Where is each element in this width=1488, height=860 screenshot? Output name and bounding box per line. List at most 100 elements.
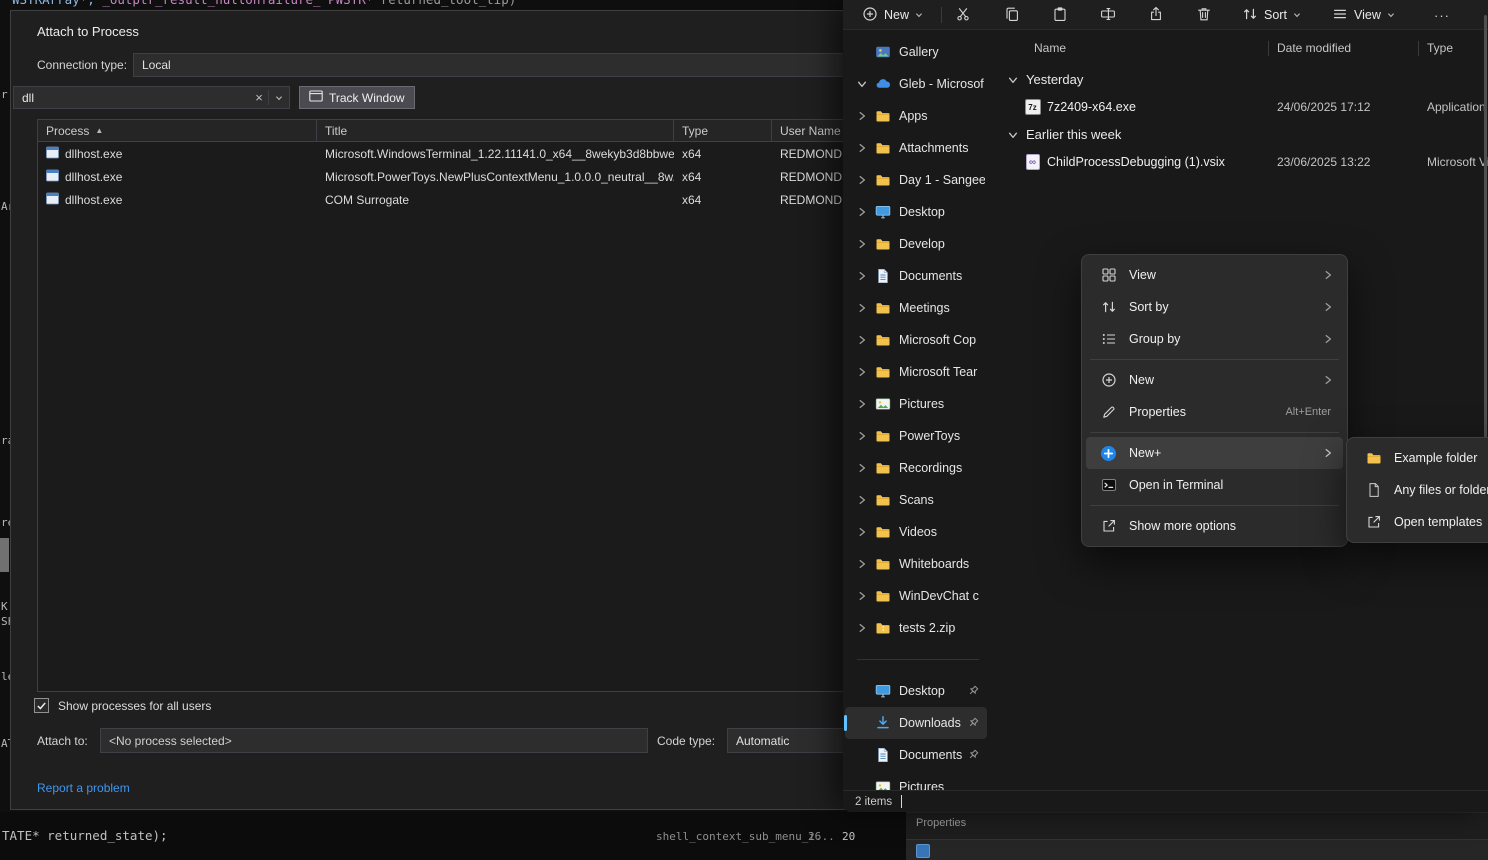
window-icon bbox=[46, 192, 59, 208]
chevron-right-icon[interactable] bbox=[857, 111, 867, 121]
nav-item-attachments[interactable]: Attachments bbox=[845, 132, 987, 164]
code-token: returned_tool_tip) bbox=[381, 0, 516, 7]
chevron-right-icon[interactable] bbox=[857, 367, 867, 377]
nav-item-windevchat[interactable]: WinDevChat c bbox=[845, 580, 987, 612]
nav-item-tests-zip[interactable]: tests 2.zip bbox=[845, 612, 987, 644]
file-row[interactable]: ∞ ChildProcessDebugging (1).vsix 23/06/2… bbox=[1000, 148, 1488, 176]
copy-button[interactable] bbox=[995, 2, 1029, 28]
submenu-item-open-templates[interactable]: Open templates bbox=[1351, 506, 1488, 538]
column-header-type[interactable]: Type bbox=[674, 120, 772, 141]
nav-item-whiteboards[interactable]: Whiteboards bbox=[845, 548, 987, 580]
column-header-type[interactable]: Type bbox=[1427, 41, 1453, 55]
clear-filter-icon[interactable]: × bbox=[250, 90, 268, 105]
nav-item-powertoys[interactable]: PowerToys bbox=[845, 420, 987, 452]
connection-type-select[interactable]: Local bbox=[133, 53, 883, 77]
chevron-down-icon[interactable] bbox=[1008, 130, 1018, 140]
view-button[interactable]: View bbox=[1325, 2, 1402, 28]
folder-icon bbox=[875, 364, 891, 380]
nav-item-pinned-pictures[interactable]: Pictures bbox=[845, 771, 987, 790]
chevron-right-icon[interactable] bbox=[857, 591, 867, 601]
nav-item-meetings[interactable]: Meetings bbox=[845, 292, 987, 324]
nav-item-pinned-documents[interactable]: Documents bbox=[845, 739, 987, 771]
process-filter-box[interactable]: × bbox=[13, 86, 290, 109]
nav-item-desktop[interactable]: Desktop bbox=[845, 196, 987, 228]
nav-item-microsoft-copilot[interactable]: Microsoft Cop bbox=[845, 324, 987, 356]
sort-ascending-icon: ▲ bbox=[95, 126, 103, 135]
chevron-right-icon[interactable] bbox=[857, 271, 867, 281]
menu-item-view[interactable]: View bbox=[1086, 259, 1343, 291]
chevron-right-icon[interactable] bbox=[857, 623, 867, 633]
nav-item-label: PowerToys bbox=[899, 429, 985, 443]
chevron-right-icon[interactable] bbox=[857, 463, 867, 473]
nav-item-develop[interactable]: Develop bbox=[845, 228, 987, 260]
chevron-right-icon[interactable] bbox=[857, 527, 867, 537]
pin-icon bbox=[967, 717, 979, 729]
process-filter-input[interactable] bbox=[14, 91, 250, 105]
attach-to-field[interactable] bbox=[100, 728, 648, 753]
column-divider[interactable] bbox=[1418, 41, 1419, 56]
column-divider[interactable] bbox=[1268, 41, 1269, 56]
chevron-down-icon[interactable] bbox=[269, 94, 289, 102]
chevron-right-icon[interactable] bbox=[857, 399, 867, 409]
nav-item-day1[interactable]: Day 1 - Sangee bbox=[845, 164, 987, 196]
track-window-label: Track Window bbox=[329, 91, 405, 105]
column-header-date-modified[interactable]: Date modified bbox=[1277, 41, 1351, 55]
submenu-item-any-files[interactable]: Any files or folder bbox=[1351, 474, 1488, 506]
rename-icon bbox=[1100, 6, 1116, 25]
column-header-process[interactable]: Process ▲ bbox=[38, 120, 317, 141]
rename-button[interactable] bbox=[1091, 2, 1125, 28]
track-window-button[interactable]: Track Window bbox=[299, 86, 415, 109]
pin-icon bbox=[967, 749, 979, 761]
nav-item-gallery[interactable]: Gallery bbox=[845, 36, 987, 68]
group-header-earlier-this-week[interactable]: Earlier this week bbox=[1000, 121, 1488, 148]
share-button[interactable] bbox=[1139, 2, 1173, 28]
chevron-right-icon[interactable] bbox=[857, 143, 867, 153]
nav-item-onedrive[interactable]: Gleb - Microsof bbox=[845, 68, 987, 100]
more-options-button[interactable]: ··· bbox=[1427, 2, 1457, 28]
report-problem-link[interactable]: Report a problem bbox=[37, 781, 130, 795]
chevron-right-icon[interactable] bbox=[857, 559, 867, 569]
paste-button[interactable] bbox=[1043, 2, 1077, 28]
nav-item-pictures[interactable]: Pictures bbox=[845, 388, 987, 420]
chevron-down-icon[interactable] bbox=[1008, 75, 1018, 85]
plus-circle-icon bbox=[1100, 372, 1117, 389]
nav-item-label: Gallery bbox=[899, 45, 985, 59]
show-all-users-option[interactable]: Show processes for all users bbox=[34, 698, 211, 713]
cut-button[interactable] bbox=[946, 2, 980, 28]
menu-item-new[interactable]: New bbox=[1086, 364, 1343, 396]
chevron-right-icon[interactable] bbox=[857, 495, 867, 505]
process-row[interactable]: dllhost.exe Microsoft.PowerToys.NewPlusC… bbox=[38, 165, 872, 188]
nav-item-pinned-downloads[interactable]: Downloads bbox=[845, 707, 987, 739]
process-row[interactable]: dllhost.exe Microsoft.WindowsTerminal_1.… bbox=[38, 142, 872, 165]
chevron-right-icon[interactable] bbox=[857, 303, 867, 313]
delete-button[interactable] bbox=[1187, 2, 1221, 28]
process-row[interactable]: dllhost.exe COM Surrogate x64 REDMOND bbox=[38, 188, 872, 211]
column-header-title[interactable]: Title bbox=[317, 120, 674, 141]
nav-item-recordings[interactable]: Recordings bbox=[845, 452, 987, 484]
chevron-down-icon[interactable] bbox=[857, 79, 867, 89]
menu-item-show-more-options[interactable]: Show more options bbox=[1086, 510, 1343, 542]
chevron-right-icon[interactable] bbox=[857, 239, 867, 249]
menu-item-properties[interactable]: Properties Alt+Enter bbox=[1086, 396, 1343, 428]
nav-item-microsoft-teams[interactable]: Microsoft Tear bbox=[845, 356, 987, 388]
chevron-right-icon[interactable] bbox=[857, 175, 867, 185]
nav-item-pinned-desktop[interactable]: Desktop bbox=[845, 675, 987, 707]
nav-item-documents[interactable]: Documents bbox=[845, 260, 987, 292]
chevron-right-icon[interactable] bbox=[857, 431, 867, 441]
file-row[interactable]: 7z 7z2409-x64.exe 24/06/2025 17:12 Appli… bbox=[1000, 93, 1488, 121]
nav-item-videos[interactable]: Videos bbox=[845, 516, 987, 548]
menu-item-open-in-terminal[interactable]: Open in Terminal bbox=[1086, 469, 1343, 501]
nav-item-apps[interactable]: Apps bbox=[845, 100, 987, 132]
chevron-right-icon[interactable] bbox=[857, 207, 867, 217]
group-header-yesterday[interactable]: Yesterday bbox=[1000, 66, 1488, 93]
new-button[interactable]: New bbox=[855, 2, 930, 28]
sort-button[interactable]: Sort bbox=[1235, 2, 1308, 28]
checkbox-checked[interactable] bbox=[34, 698, 49, 713]
column-header-name[interactable]: Name bbox=[1034, 41, 1066, 55]
menu-item-new-plus[interactable]: New+ bbox=[1086, 437, 1343, 469]
menu-item-sort-by[interactable]: Sort by bbox=[1086, 291, 1343, 323]
chevron-right-icon[interactable] bbox=[857, 335, 867, 345]
submenu-item-example-folder[interactable]: Example folder bbox=[1351, 442, 1488, 474]
nav-item-scans[interactable]: Scans bbox=[845, 484, 987, 516]
menu-item-group-by[interactable]: Group by bbox=[1086, 323, 1343, 355]
